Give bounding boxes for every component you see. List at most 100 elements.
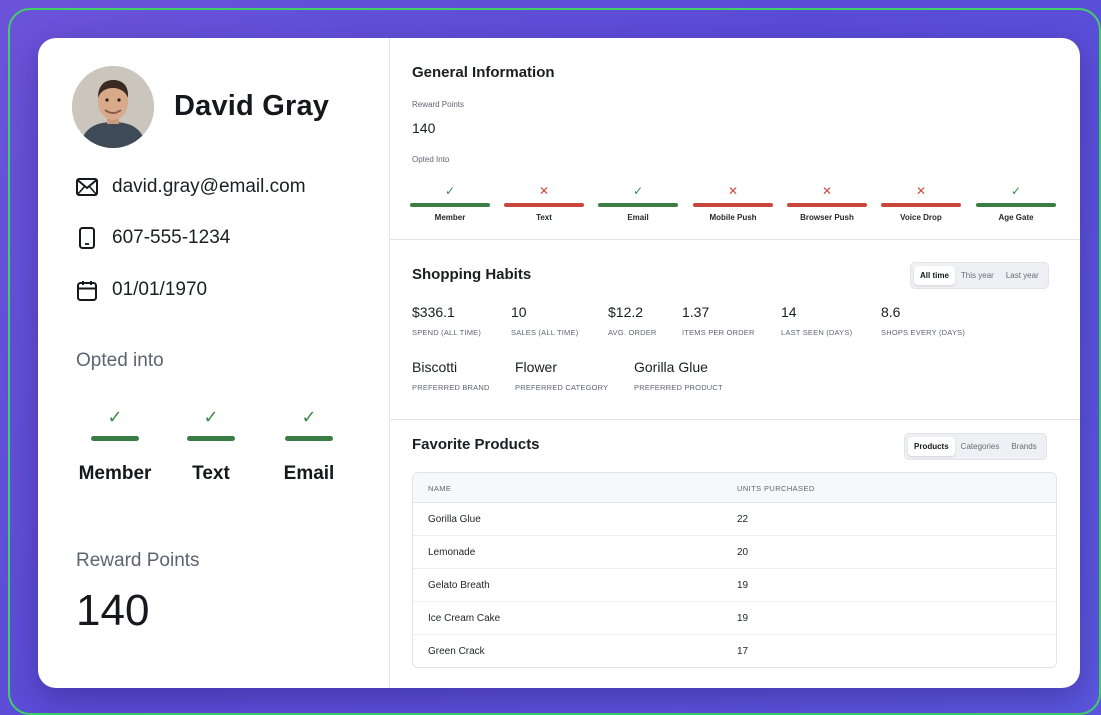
product-name: Green Crack bbox=[428, 646, 485, 657]
stat-value: 14 bbox=[781, 304, 797, 320]
channel-age-gate: ✓ Age Gate bbox=[976, 184, 1056, 222]
table-header: NAME UNITS PURCHASED bbox=[413, 473, 1056, 503]
stat-value: $12.2 bbox=[608, 304, 644, 320]
opt-in-status-bar bbox=[91, 436, 139, 441]
check-icon: ✓ bbox=[444, 184, 456, 198]
stat-value: 1.37 bbox=[682, 304, 710, 320]
channel-voice-drop: ✕ Voice Drop bbox=[881, 184, 961, 222]
check-icon: ✓ bbox=[107, 407, 123, 427]
preference-label: PREFERRED BRAND bbox=[412, 383, 490, 392]
opt-in-label: Email bbox=[283, 463, 335, 484]
general-information-section: General Information Reward Points 140 Op… bbox=[390, 38, 1080, 240]
units-purchased: 22 bbox=[737, 514, 749, 525]
channel-browser-push: ✕ Browser Push bbox=[787, 184, 867, 222]
section-title: Favorite Products bbox=[412, 436, 540, 453]
opt-in-label: Member bbox=[78, 463, 152, 484]
product-name: Gelato Breath bbox=[428, 580, 490, 591]
preference-value: Gorilla Glue bbox=[634, 359, 708, 375]
mail-icon bbox=[76, 176, 98, 198]
stat-label: ITEMS PER ORDER bbox=[682, 328, 755, 337]
contact-email: david.gray@email.com bbox=[76, 176, 306, 198]
channel-mobile-push: ✕ Mobile Push bbox=[693, 184, 773, 222]
tab-products[interactable]: Products bbox=[908, 437, 955, 456]
units-purchased: 19 bbox=[737, 580, 749, 591]
tab-categories[interactable]: Categories bbox=[955, 437, 1006, 456]
phone-icon bbox=[76, 227, 98, 249]
channel-label: Text bbox=[536, 213, 552, 222]
favorite-products-table: NAME UNITS PURCHASED Gorilla Glue 22 Lem… bbox=[412, 472, 1057, 668]
x-icon: ✕ bbox=[915, 184, 927, 198]
table-row[interactable]: Green Crack 17 bbox=[413, 635, 1056, 667]
customer-name: David Gray bbox=[174, 90, 330, 122]
channel-status-bar bbox=[881, 203, 961, 207]
channel-status-bar bbox=[976, 203, 1056, 207]
units-purchased: 17 bbox=[737, 646, 749, 657]
preferred-product: Gorilla Glue PREFERRED PRODUCT bbox=[634, 359, 723, 392]
product-name: Ice Cream Cake bbox=[428, 613, 501, 624]
calendar-icon bbox=[76, 279, 98, 301]
stat-shops-every: 8.6 SHOPS EVERY (DAYS) bbox=[881, 304, 965, 337]
profile-sidebar: David Gray david.gray@email.com 607-555-… bbox=[38, 38, 390, 688]
birthdate-text: 01/01/1970 bbox=[112, 279, 208, 300]
product-name: Gorilla Glue bbox=[428, 514, 481, 525]
details-panel: General Information Reward Points 140 Op… bbox=[390, 38, 1080, 688]
units-purchased: 19 bbox=[737, 613, 749, 624]
opted-into-heading: Opted into bbox=[76, 350, 164, 371]
table-row[interactable]: Gorilla Glue 22 bbox=[413, 503, 1056, 536]
range-this-year[interactable]: This year bbox=[955, 266, 1000, 285]
table-row[interactable]: Ice Cream Cake 19 bbox=[413, 602, 1056, 635]
stat-label: SHOPS EVERY (DAYS) bbox=[881, 328, 966, 337]
opt-in-text: ✓ Text bbox=[166, 406, 256, 485]
channel-label: Email bbox=[627, 213, 649, 222]
channel-status-bar bbox=[410, 203, 490, 207]
preference-value: Flower bbox=[515, 359, 558, 375]
range-last-year[interactable]: Last year bbox=[1000, 266, 1045, 285]
shopping-habits-section: Shopping Habits All time This year Last … bbox=[390, 240, 1080, 420]
section-title: General Information bbox=[412, 64, 555, 81]
stat-value: 8.6 bbox=[881, 304, 901, 320]
opt-in-member: ✓ Member bbox=[70, 406, 160, 485]
units-purchased: 20 bbox=[737, 547, 749, 558]
channel-label: Mobile Push bbox=[709, 213, 757, 222]
stat-label: SPEND (ALL TIME) bbox=[412, 328, 482, 337]
reward-points-heading: Reward Points bbox=[76, 550, 200, 571]
reward-points-label: Reward Points bbox=[412, 100, 465, 109]
stat-items-per-order: 1.37 ITEMS PER ORDER bbox=[682, 304, 755, 337]
x-icon: ✕ bbox=[727, 184, 739, 198]
phone-text: 607-555-1234 bbox=[112, 227, 231, 248]
channel-label: Voice Drop bbox=[900, 213, 942, 222]
preference-value: Biscotti bbox=[412, 359, 458, 375]
tab-brands[interactable]: Brands bbox=[1005, 437, 1042, 456]
x-icon: ✕ bbox=[538, 184, 550, 198]
email-text: david.gray@email.com bbox=[112, 176, 306, 197]
section-title: Shopping Habits bbox=[412, 266, 532, 283]
channel-email: ✓ Email bbox=[598, 184, 678, 222]
opt-in-status-bar bbox=[187, 436, 235, 441]
stat-last-seen: 14 LAST SEEN (DAYS) bbox=[781, 304, 852, 337]
opt-in-status-bar bbox=[285, 436, 333, 441]
stat-label: SALES (ALL TIME) bbox=[511, 328, 579, 337]
column-header-units[interactable]: UNITS PURCHASED bbox=[737, 484, 815, 493]
stat-value: $336.1 bbox=[412, 304, 455, 320]
channel-status-bar bbox=[504, 203, 584, 207]
favorites-tab-toggle: Products Categories Brands bbox=[904, 433, 1047, 460]
channel-status-bar bbox=[598, 203, 678, 207]
table-row[interactable]: Gelato Breath 19 bbox=[413, 569, 1056, 602]
preference-label: PREFERRED CATEGORY bbox=[515, 383, 609, 392]
opted-into-label: Opted Into bbox=[412, 155, 450, 164]
check-icon: ✓ bbox=[301, 407, 317, 427]
range-all-time[interactable]: All time bbox=[914, 266, 955, 285]
channel-label: Age Gate bbox=[998, 213, 1034, 222]
time-range-toggle: All time This year Last year bbox=[910, 262, 1049, 289]
channel-label: Browser Push bbox=[800, 213, 854, 222]
column-header-name[interactable]: NAME bbox=[428, 484, 451, 493]
table-row[interactable]: Lemonade 20 bbox=[413, 536, 1056, 569]
preference-label: PREFERRED PRODUCT bbox=[634, 383, 723, 392]
reward-points-value: 140 bbox=[76, 586, 150, 635]
stat-sales: 10 SALES (ALL TIME) bbox=[511, 304, 578, 337]
channel-text: ✕ Text bbox=[504, 184, 584, 222]
stat-spend: $336.1 SPEND (ALL TIME) bbox=[412, 304, 481, 337]
channel-status-bar bbox=[787, 203, 867, 207]
preferred-category: Flower PREFERRED CATEGORY bbox=[515, 359, 608, 392]
contact-phone: 607-555-1234 bbox=[76, 227, 230, 249]
